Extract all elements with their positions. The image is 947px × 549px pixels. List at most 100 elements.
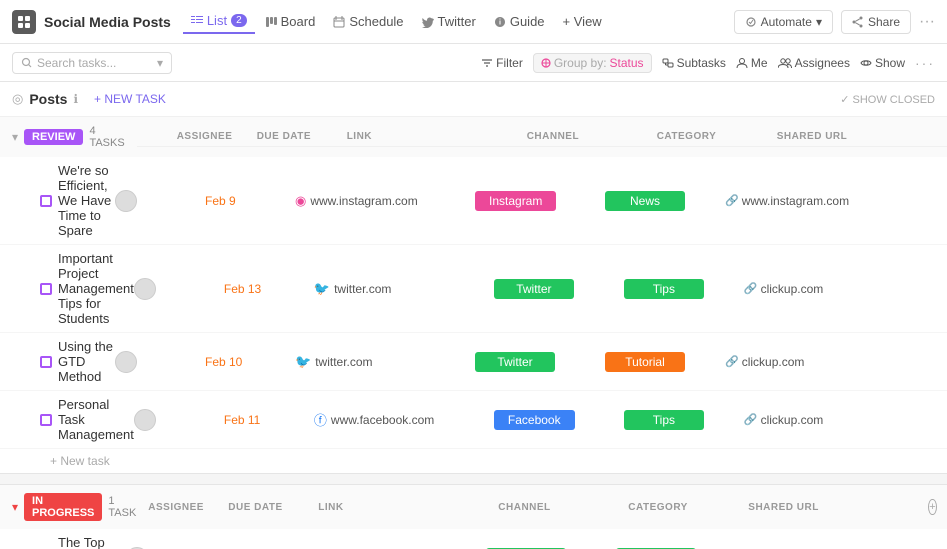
- table-row: We're so Efficient, We Have Time to Spar…: [0, 157, 947, 245]
- task-checkbox[interactable]: [40, 356, 52, 368]
- nav-guide[interactable]: Guide: [486, 10, 553, 33]
- nav-board[interactable]: Board: [257, 10, 324, 33]
- twitter-icon: 🐦: [314, 281, 330, 297]
- nav-twitter[interactable]: Twitter: [414, 10, 484, 33]
- inprogress-collapse-toggle[interactable]: ▾: [12, 500, 18, 514]
- task-assignee: [115, 351, 205, 373]
- task-channel: Twitter: [475, 352, 605, 372]
- review-collapse-toggle[interactable]: ▾: [12, 130, 18, 144]
- inprogress-label: IN PROGRESS: [24, 493, 102, 521]
- link-icon: 🔗: [725, 194, 739, 207]
- task-link[interactable]: ◉ www.instagram.com: [295, 193, 475, 209]
- toolbar: Search tasks... ▾ Filter Group by: Statu…: [0, 44, 947, 82]
- col-link: LINK: [347, 131, 527, 142]
- app-icon: [12, 10, 36, 34]
- review-add-task-row[interactable]: + New task: [0, 449, 947, 473]
- topbar-more-dots[interactable]: ···: [919, 13, 935, 31]
- link-icon: 🔗: [725, 355, 739, 368]
- search-box[interactable]: Search tasks... ▾: [12, 52, 172, 74]
- app-title: Social Media Posts: [44, 14, 171, 30]
- task-assignee: [115, 190, 205, 212]
- task-category: News: [605, 191, 725, 211]
- link-icon: 🔗: [744, 413, 758, 426]
- posts-collapse-toggle[interactable]: ◎: [12, 91, 23, 107]
- automate-button[interactable]: Automate ▾: [734, 10, 833, 34]
- task-link[interactable]: 🐦 twitter.com: [295, 354, 475, 370]
- task-link[interactable]: 🐦 twitter.com: [314, 281, 494, 297]
- avatar: [134, 409, 156, 431]
- col-headers: ASSIGNEE DUE DATE LINK CHANNEL CATEGORY …: [137, 127, 947, 147]
- top-nav: List 2 Board Schedule Twitter Guide + Vi…: [183, 9, 610, 34]
- toolbar-right: Filter Group by: Status Subtasks Me Assi…: [481, 53, 935, 73]
- instagram-icon: ◉: [295, 193, 306, 209]
- task-channel: Twitter: [494, 279, 624, 299]
- group-by-button[interactable]: Group by: Status: [533, 53, 652, 73]
- task-assignee: [134, 278, 224, 300]
- show-closed-button[interactable]: ✓ SHOW CLOSED: [840, 93, 935, 106]
- link-icon: 🔗: [744, 282, 758, 295]
- me-button[interactable]: Me: [736, 56, 768, 70]
- task-channel: Facebook: [494, 410, 624, 430]
- nav-schedule[interactable]: Schedule: [325, 10, 411, 33]
- col-link-2: LINK: [318, 502, 498, 513]
- inprogress-add-circle[interactable]: +: [928, 499, 936, 515]
- task-assignee: [134, 409, 224, 431]
- col-channel: CHANNEL: [527, 131, 657, 142]
- review-task-count: 4 TASKS: [89, 125, 124, 149]
- task-due-date: Feb 11: [224, 413, 314, 427]
- col-due-date: DUE DATE: [257, 131, 347, 142]
- task-due-date: Feb 9: [205, 194, 295, 208]
- inprogress-section-header: ▾ IN PROGRESS 1 TASK ASSIGNEE DUE DATE L…: [0, 485, 947, 529]
- task-name[interactable]: We're so Efficient, We Have Time to Spar…: [40, 163, 115, 238]
- table-row: Using the GTD Method Feb 10 🐦 twitter.co…: [0, 333, 947, 391]
- task-name[interactable]: Personal Task Management: [40, 397, 134, 442]
- task-name[interactable]: Using the GTD Method: [40, 339, 115, 384]
- search-dropdown-icon[interactable]: ▾: [157, 56, 163, 70]
- task-name[interactable]: Important Project Management Tips for St…: [40, 251, 134, 326]
- toolbar-more-dots[interactable]: ···: [915, 55, 935, 71]
- avatar: [134, 278, 156, 300]
- topbar-right: Automate ▾ Share ···: [734, 10, 935, 34]
- subtasks-button[interactable]: Subtasks: [662, 56, 726, 70]
- task-checkbox[interactable]: [40, 414, 52, 426]
- task-channel: Instagram: [475, 191, 605, 211]
- new-task-button[interactable]: + NEW TASK: [86, 90, 174, 108]
- col-shared-url: SHARED URL: [777, 131, 947, 142]
- facebook-icon: ⓕ: [314, 410, 327, 429]
- table-row: Personal Task Management Feb 11 ⓕ www.fa…: [0, 391, 947, 449]
- col-category: CATEGORY: [657, 131, 777, 142]
- col-shared-url-2: SHARED URL: [748, 502, 928, 513]
- col-assignee: ASSIGNEE: [177, 131, 257, 142]
- posts-info-icon[interactable]: ℹ: [73, 92, 78, 106]
- twitter-icon: 🐦: [295, 354, 311, 370]
- section-divider: [0, 473, 947, 485]
- filter-button[interactable]: Filter: [481, 56, 523, 70]
- table-row: Important Project Management Tips for St…: [0, 245, 947, 333]
- avatar: [115, 190, 137, 212]
- main-content: ◎ Posts ℹ + NEW TASK ✓ SHOW CLOSED ▾ REV…: [0, 82, 947, 549]
- avatar: [115, 351, 137, 373]
- assignees-button[interactable]: Assignees: [778, 56, 850, 70]
- task-shared-url: 🔗 clickup.com: [744, 413, 924, 427]
- review-section-header: ▾ REVIEW 4 TASKS ASSIGNEE DUE DATE LINK …: [0, 117, 947, 157]
- task-checkbox[interactable]: [40, 283, 52, 295]
- col-channel-2: CHANNEL: [498, 502, 628, 513]
- task-name[interactable]: The Top Alternatives to Trello: [40, 535, 126, 549]
- task-link[interactable]: ⓕ www.facebook.com: [314, 410, 494, 429]
- task-shared-url: 🔗 clickup.com: [725, 355, 905, 369]
- task-due-date: Feb 13: [224, 282, 314, 296]
- task-category: Tips: [624, 410, 744, 430]
- nav-view-plus[interactable]: + View: [555, 10, 610, 33]
- task-category: Tips: [624, 279, 744, 299]
- nav-list[interactable]: List 2: [183, 9, 255, 34]
- show-button[interactable]: Show: [860, 56, 905, 70]
- share-button[interactable]: Share: [841, 10, 911, 34]
- task-checkbox[interactable]: [40, 195, 52, 207]
- table-row: The Top Alternatives to Trello Feb 20 🐦 …: [0, 529, 947, 549]
- topbar: Social Media Posts List 2 Board Schedule…: [0, 0, 947, 44]
- posts-header: ◎ Posts ℹ + NEW TASK ✓ SHOW CLOSED: [0, 82, 947, 117]
- col-assignee-2: ASSIGNEE: [148, 502, 228, 513]
- col-category-2: CATEGORY: [628, 502, 748, 513]
- task-shared-url: 🔗 www.instagram.com: [725, 194, 905, 208]
- col-due-date-2: DUE DATE: [228, 502, 318, 513]
